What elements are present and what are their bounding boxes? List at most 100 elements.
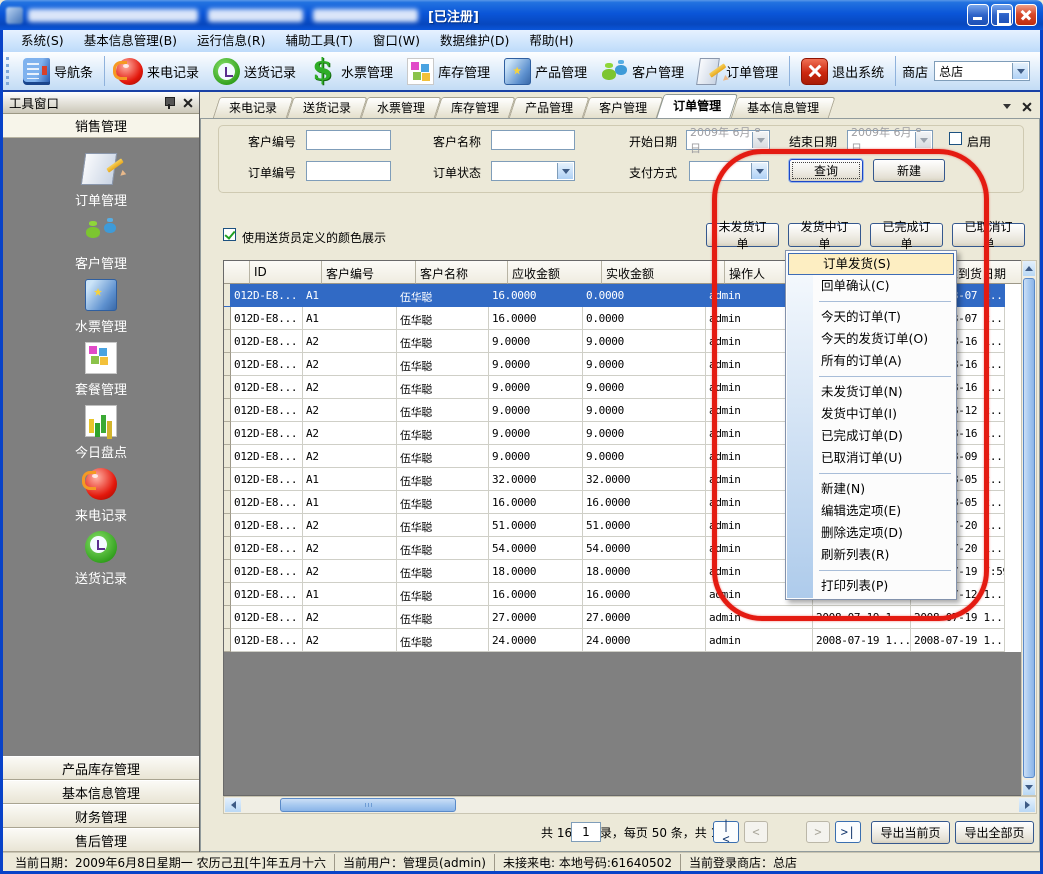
toolbar-button[interactable]: 客户管理 [594,55,691,88]
chevron-down-icon[interactable] [557,163,573,179]
context-menu-item[interactable] [787,297,955,306]
chevron-down-icon[interactable] [1012,63,1028,79]
menu-item[interactable]: 辅助工具(T) [276,30,363,52]
scroll-right-icon[interactable] [1019,798,1035,812]
toolbar-button[interactable]: 来电记录 [109,55,206,88]
menu-item[interactable]: 数据维护(D) [430,30,519,52]
column-header[interactable]: 客户编号 [322,261,416,284]
column-header[interactable]: 应收金额 [508,261,602,284]
sidebar-item[interactable]: 水票管理 [3,274,199,332]
toolbar-button[interactable]: 产品管理 [497,55,594,88]
order-status-filter-button[interactable]: 已完成订单 [870,223,943,247]
export-current-page-button[interactable]: 导出当前页 [871,821,950,844]
sidebar-item[interactable]: 来电记录 [3,463,199,521]
order-no-input[interactable] [306,161,391,181]
row-indicator[interactable] [224,353,231,376]
context-menu-item[interactable]: 打印列表(P) [787,575,955,597]
tab[interactable]: 客户管理 [586,97,660,119]
close-button[interactable] [1015,4,1037,26]
vertical-scroll-thumb[interactable] [1023,278,1035,778]
tab-list-dropdown-icon[interactable] [1003,104,1011,113]
context-menu-item[interactable]: 订单发货(S) [788,253,954,275]
context-menu-item[interactable]: 未发货订单(N) [787,381,955,403]
table-row[interactable]: 012D-E8... A2 伍华聪 24.0000 24.0000 admin … [224,629,1022,652]
order-status-filter-button[interactable]: 已取消订单 [952,223,1025,247]
row-indicator[interactable] [224,376,231,399]
first-page-button[interactable]: |< [713,821,739,843]
sidebar-item[interactable]: 客户管理 [3,211,199,269]
row-indicator[interactable] [224,468,231,491]
menu-item[interactable]: 基本信息管理(B) [74,30,187,52]
toolbar-button[interactable]: 送货记录 [206,55,303,88]
toolbar-button[interactable] [895,56,896,86]
row-indicator[interactable] [224,399,231,422]
toolbar-button[interactable]: 库存管理 [400,55,497,88]
toolbar-button[interactable]: 订单管理 [691,55,785,88]
row-indicator[interactable] [224,606,231,629]
start-date-picker[interactable]: 2009年 6月 8日 [686,130,770,150]
context-menu-item[interactable] [787,469,955,478]
row-indicator[interactable] [224,284,231,307]
sidebar-group-button[interactable]: 产品库存管理 [3,756,199,780]
sidebar-item[interactable]: 送货记录 [3,526,199,584]
order-status-filter-button[interactable]: 发货中订单 [788,223,861,247]
page-number-input[interactable] [571,822,601,842]
column-header[interactable]: 实收金额 [602,261,725,284]
customer-no-input[interactable] [306,130,391,150]
pay-method-select[interactable] [689,161,769,181]
customer-name-input[interactable] [491,130,575,150]
pin-icon[interactable] [164,97,174,109]
row-indicator[interactable] [224,537,231,560]
order-status-select[interactable] [491,161,575,181]
menu-item[interactable]: 窗口(W) [363,30,430,52]
prev-page-button[interactable]: < [744,821,768,843]
maximize-button[interactable] [991,4,1013,26]
sidebar-item[interactable]: 套餐管理 [3,337,199,395]
context-menu-item[interactable]: 已完成订单(D) [787,425,955,447]
scroll-down-icon[interactable] [1023,780,1035,795]
tab[interactable]: 来电记录 [216,97,290,119]
tab[interactable]: 产品管理 [512,97,586,119]
tab[interactable]: 送货记录 [290,97,364,119]
row-indicator[interactable] [224,445,231,468]
tab[interactable]: 库存管理 [438,97,512,119]
row-indicator[interactable] [224,307,231,330]
context-menu-item[interactable]: 发货中订单(I) [787,403,955,425]
context-menu-item[interactable]: 已取消订单(U) [787,447,955,469]
context-menu-item[interactable]: 删除选定项(D) [787,522,955,544]
next-page-button[interactable]: > [806,821,830,843]
query-button[interactable]: 查询 [789,159,863,182]
horizontal-scrollbar[interactable] [223,796,1037,814]
driver-color-checkbox[interactable] [223,228,236,241]
title-bar[interactable]: [已注册] [0,0,1043,30]
context-menu-item[interactable]: 编辑选定项(E) [787,500,955,522]
context-menu-item[interactable]: 新建(N) [787,478,955,500]
column-header[interactable]: ID [250,261,322,284]
tab[interactable]: 基本信息管理 [734,97,832,119]
context-menu-item[interactable]: 刷新列表(R) [787,544,955,566]
close-icon[interactable] [182,97,193,108]
export-all-pages-button[interactable]: 导出全部页 [955,821,1034,844]
context-menu-item[interactable]: 所有的订单(A) [787,350,955,372]
shop-select[interactable]: 总店 [934,61,1030,81]
enable-checkbox[interactable] [949,132,962,145]
sidebar-item[interactable]: 订单管理 [3,148,199,206]
sidebar-item[interactable]: 今日盘点 [3,400,199,458]
context-menu-item[interactable]: 回单确认(C) [787,275,955,297]
sidebar-group-button[interactable]: 财务管理 [3,804,199,828]
row-indicator[interactable] [224,491,231,514]
tab[interactable]: 订单管理 [660,94,734,119]
toolbar-button[interactable]: 退出系统 [794,55,891,88]
menu-item[interactable]: 帮助(H) [519,30,583,52]
row-indicator[interactable] [224,583,231,606]
toolbar-button[interactable] [104,56,105,86]
table-row[interactable]: 012D-E8... A2 伍华聪 27.0000 27.0000 admin … [224,606,1022,629]
toolbar-button[interactable]: 水票管理 [303,55,400,88]
row-indicator[interactable] [224,514,231,537]
scroll-up-icon[interactable] [1023,261,1035,276]
sidebar-group-button[interactable]: 售后管理 [3,828,199,852]
scroll-left-icon[interactable] [225,798,241,812]
end-date-picker[interactable]: 2009年 6月 8日 [847,130,933,150]
tab-close-icon[interactable] [1021,101,1032,112]
context-menu-item[interactable]: 今天的订单(T) [787,306,955,328]
